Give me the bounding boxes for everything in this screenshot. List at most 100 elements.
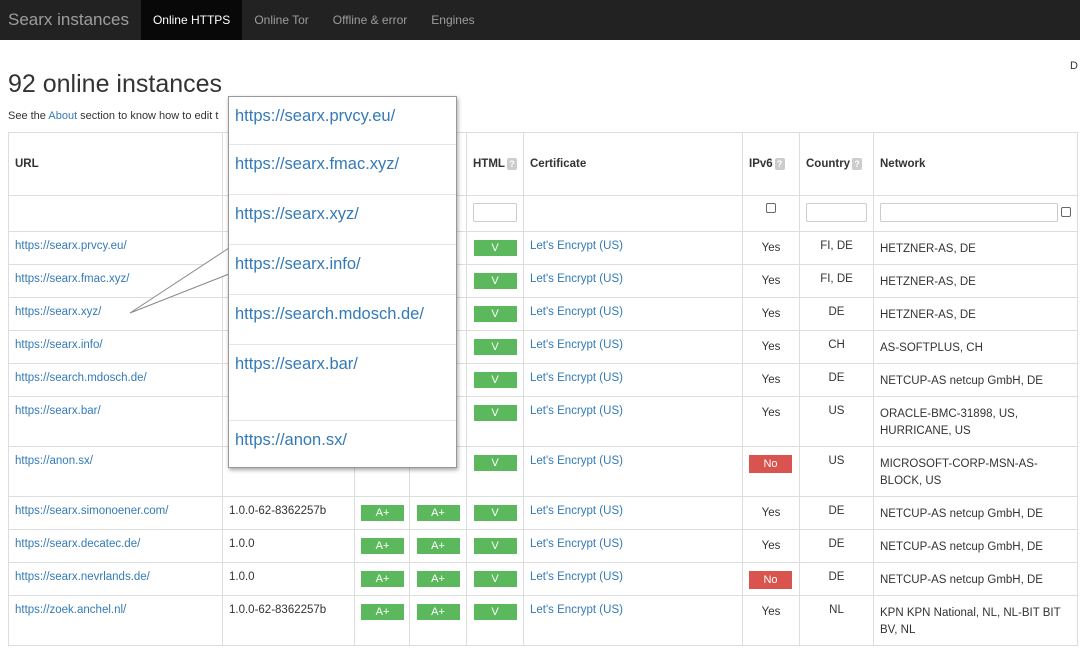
certificate-link[interactable]: Let's Encrypt (US) bbox=[530, 405, 623, 417]
grade-badge: A+ bbox=[361, 538, 404, 554]
network-cell: AS-SOFTPLUS, CH bbox=[873, 330, 1078, 364]
header-ipv6[interactable]: IPv6? bbox=[742, 132, 800, 196]
certificate-link[interactable]: Let's Encrypt (US) bbox=[530, 273, 623, 285]
popup-url-link[interactable]: https://search.mdosch.de/ bbox=[229, 295, 456, 345]
certificate-link[interactable]: Let's Encrypt (US) bbox=[530, 372, 623, 384]
ipv6-status-badge: No bbox=[749, 571, 792, 589]
table-row: https://searx.decatec.de/1.0.0 A+ A+ V Let's… bbox=[8, 529, 1078, 563]
certificate-link[interactable]: Let's Encrypt (US) bbox=[530, 604, 623, 616]
html-grade-badge: V bbox=[473, 339, 517, 355]
header-certificate[interactable]: Certificate bbox=[523, 132, 743, 196]
instance-url-link[interactable]: https://zoek.anchel.nl/ bbox=[15, 604, 126, 616]
ipv6-status: Yes bbox=[761, 275, 781, 287]
header-country[interactable]: Country? bbox=[799, 132, 874, 196]
html-grade-badge: V bbox=[473, 306, 517, 322]
network-filter-input[interactable] bbox=[880, 203, 1058, 222]
version-cell: 1.0.0 bbox=[222, 529, 355, 563]
ipv6-status: Yes bbox=[761, 606, 781, 618]
country-filter-input[interactable] bbox=[806, 203, 867, 222]
cut-off-edge-text: D bbox=[1070, 60, 1078, 72]
ipv6-status: Yes bbox=[761, 308, 781, 320]
instance-url-link[interactable]: https://searx.nevrlands.de/ bbox=[15, 571, 150, 583]
ipv6-status-badge: No bbox=[749, 455, 792, 473]
instance-url-link[interactable]: https://anon.sx/ bbox=[15, 455, 93, 467]
country-cell: FI, DE bbox=[799, 231, 874, 265]
table-row: https://searx.simonoener.com/1.0.0-62-83… bbox=[8, 496, 1078, 530]
network-cell: NETCUP-AS netcup GmbH, DE bbox=[873, 496, 1078, 530]
html-filter-input[interactable] bbox=[473, 203, 517, 222]
popup-url-link[interactable]: https://searx.prvcy.eu/ bbox=[229, 97, 456, 145]
table-row: https://search.mdosch.de/V Let's Encrypt … bbox=[8, 363, 1078, 397]
help-icon[interactable]: ? bbox=[506, 158, 517, 170]
network-cell: KPN KPN National, NL, NL-BIT BIT BV, NL bbox=[873, 595, 1078, 646]
html-grade-badge: V bbox=[473, 372, 517, 388]
url-popup-list: https://searx.prvcy.eu/ https://searx.fm… bbox=[228, 96, 457, 468]
header-html[interactable]: HTML? bbox=[466, 132, 524, 196]
network-cell: ORACLE-BMC-31898, US, HURRICANE, US bbox=[873, 396, 1078, 447]
grade-badge: A+ bbox=[416, 571, 460, 587]
country-cell: US bbox=[799, 396, 874, 447]
instance-url-link[interactable]: https://searx.simonoener.com/ bbox=[15, 505, 168, 517]
certificate-link[interactable]: Let's Encrypt (US) bbox=[530, 505, 623, 517]
popup-url-link[interactable]: https://anon.sx/ bbox=[229, 421, 456, 467]
table-row: https://searx.bar/V Let's Encrypt (US) Yes… bbox=[8, 396, 1078, 447]
popup-url-link[interactable]: https://searx.bar/ bbox=[229, 345, 456, 421]
html-grade-badge: V bbox=[473, 240, 517, 256]
ipv6-status: Yes bbox=[761, 540, 781, 552]
instance-url-link[interactable]: https://search.mdosch.de/ bbox=[15, 372, 147, 384]
certificate-link[interactable]: Let's Encrypt (US) bbox=[530, 538, 623, 550]
country-cell: DE bbox=[799, 562, 874, 596]
network-cell: HETZNER-AS, DE bbox=[873, 297, 1078, 331]
table-row: https://anon.sx/V Let's Encrypt (US) No US M… bbox=[8, 446, 1078, 497]
popup-url-link[interactable]: https://searx.fmac.xyz/ bbox=[229, 145, 456, 195]
country-cell: NL bbox=[799, 595, 874, 646]
html-grade-badge: V bbox=[473, 505, 517, 521]
network-filter-checkbox[interactable] bbox=[1061, 207, 1071, 217]
network-cell: HETZNER-AS, DE bbox=[873, 231, 1078, 265]
help-icon[interactable]: ? bbox=[852, 158, 863, 170]
ipv6-status: Yes bbox=[761, 341, 781, 353]
network-cell: NETCUP-AS netcup GmbH, DE bbox=[873, 363, 1078, 397]
country-cell: DE bbox=[799, 529, 874, 563]
version-cell: 1.0.0-62-8362257b bbox=[222, 595, 355, 646]
grade-badge: A+ bbox=[361, 604, 404, 620]
certificate-link[interactable]: Let's Encrypt (US) bbox=[530, 240, 623, 252]
html-grade-badge: V bbox=[473, 604, 517, 620]
header-ipv6-label: IPv6 bbox=[749, 158, 773, 170]
header-network[interactable]: Network bbox=[873, 132, 1078, 196]
header-html-label: HTML bbox=[473, 158, 505, 170]
certificate-link[interactable]: Let's Encrypt (US) bbox=[530, 571, 623, 583]
ipv6-status: Yes bbox=[761, 507, 781, 519]
header-country-label: Country bbox=[806, 158, 851, 170]
html-grade-badge: V bbox=[473, 405, 517, 421]
network-cell: NETCUP-AS netcup GmbH, DE bbox=[873, 562, 1078, 596]
country-cell: US bbox=[799, 446, 874, 497]
certificate-link[interactable]: Let's Encrypt (US) bbox=[530, 339, 623, 351]
ipv6-status: Yes bbox=[761, 374, 781, 386]
grade-badge: A+ bbox=[416, 604, 460, 620]
html-grade-badge: V bbox=[473, 571, 517, 587]
country-cell: DE bbox=[799, 496, 874, 530]
html-grade-badge: V bbox=[473, 455, 517, 471]
popup-url-link[interactable]: https://searx.xyz/ bbox=[229, 195, 456, 245]
ipv6-status: Yes bbox=[761, 407, 781, 419]
instance-url-link[interactable]: https://searx.info/ bbox=[15, 339, 103, 351]
grade-badge: A+ bbox=[361, 571, 404, 587]
html-grade-badge: V bbox=[473, 273, 517, 289]
instance-url-link[interactable]: https://searx.bar/ bbox=[15, 405, 101, 417]
table-row: https://searx.nevrlands.de/1.0.0 A+ A+ V Let… bbox=[8, 562, 1078, 596]
network-cell: NETCUP-AS netcup GmbH, DE bbox=[873, 529, 1078, 563]
ipv6-status: Yes bbox=[761, 242, 781, 254]
ipv6-filter-checkbox[interactable] bbox=[766, 203, 776, 213]
certificate-link[interactable]: Let's Encrypt (US) bbox=[530, 455, 623, 467]
network-cell: MICROSOFT-CORP-MSN-AS-BLOCK, US bbox=[873, 446, 1078, 497]
grade-badge: A+ bbox=[416, 505, 460, 521]
instance-url-link[interactable]: https://searx.decatec.de/ bbox=[15, 538, 140, 550]
popup-url-link[interactable]: https://searx.info/ bbox=[229, 245, 456, 295]
country-cell: CH bbox=[799, 330, 874, 364]
version-cell: 1.0.0 bbox=[222, 562, 355, 596]
help-icon[interactable]: ? bbox=[774, 158, 785, 170]
certificate-link[interactable]: Let's Encrypt (US) bbox=[530, 306, 623, 318]
network-cell: HETZNER-AS, DE bbox=[873, 264, 1078, 298]
table-row: https://zoek.anchel.nl/1.0.0-62-8362257b… bbox=[8, 595, 1078, 646]
